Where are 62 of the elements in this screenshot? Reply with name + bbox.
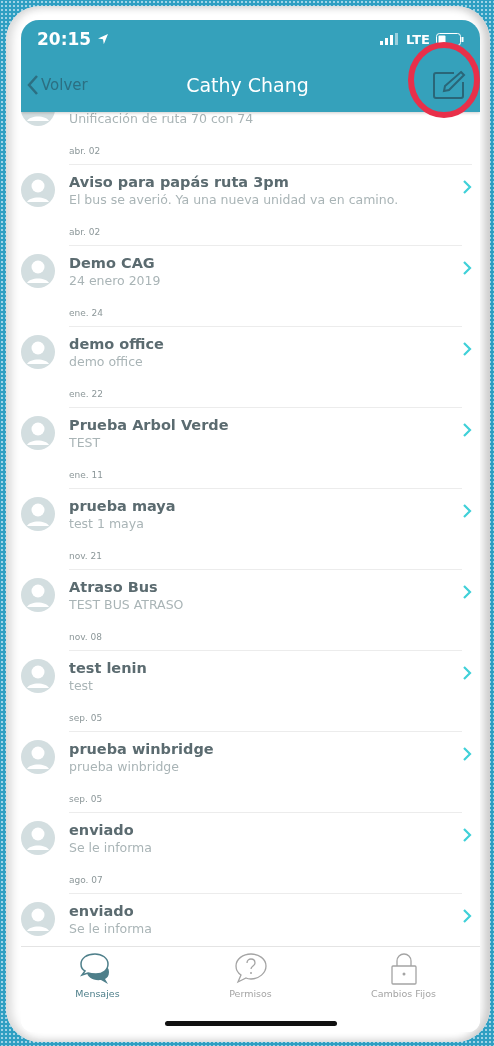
network-label: LTE	[406, 31, 430, 47]
message-title: Aviso para papás ruta 3pm	[69, 173, 290, 191]
message-title: Demo CAG	[69, 254, 156, 272]
message-preview: TEST	[69, 434, 102, 451]
chevron-icon	[462, 179, 472, 195]
chevron-icon	[462, 746, 472, 762]
message-title: Atraso Bus	[69, 578, 159, 596]
message-row[interactable]: prueba maya test 1 maya nov. 21	[69, 497, 462, 570]
message-date: ene. 22	[69, 389, 104, 399]
back-chevron-icon	[27, 74, 39, 96]
location-arrow-icon	[97, 33, 110, 45]
message-row[interactable]: Aviso para papás ruta 3pm El bus se averió. Ya una nueva unidad va en camino. abr. 02	[69, 173, 462, 246]
message-row[interactable]: enviado Se le informa ago. 07	[69, 821, 462, 894]
message-row[interactable]: Atraso Bus TEST BUS ATRASO nov. 08	[69, 578, 462, 651]
tab[interactable]: Mensajes	[42, 952, 153, 999]
message-preview: 24 enero 2019	[69, 272, 162, 289]
message-row[interactable]: Unificación de ruta 70 con 74 abr. 02	[69, 112, 472, 165]
message-date: ene. 11	[69, 470, 104, 480]
message-date: sep. 05	[69, 713, 104, 723]
message-title: prueba winbridge	[69, 740, 215, 758]
chevron-icon	[462, 422, 472, 438]
chevron-icon	[462, 260, 472, 276]
chevron-icon	[462, 827, 472, 843]
message-preview: demo office	[69, 353, 144, 370]
message-title: demo office	[69, 335, 165, 353]
chevron-icon	[462, 584, 472, 600]
message-preview: El bus se averió. Ya una nueva unidad va en camino.	[69, 191, 400, 208]
message-row[interactable]: Prueba Arbol Verde TEST ene. 11	[69, 416, 462, 489]
message-title: prueba maya	[69, 497, 177, 515]
message-preview: test 1 maya	[69, 515, 145, 532]
signal-icon	[380, 33, 401, 45]
chevron-icon	[462, 341, 472, 357]
message-date: sep. 05	[69, 794, 104, 804]
chevron-icon	[462, 908, 472, 924]
message-date: ene. 24	[69, 308, 104, 318]
battery-icon	[436, 32, 464, 46]
message-row[interactable]: test lenin test sep. 05	[69, 659, 462, 732]
status-time: 20:15	[37, 29, 92, 49]
padlock-icon	[389, 952, 418, 986]
message-title: enviado	[69, 902, 135, 920]
message-date: nov. 08	[69, 632, 103, 642]
message-date: abr. 02	[69, 227, 102, 237]
message-title: test lenin	[69, 659, 148, 677]
message-preview: Se le informa	[69, 839, 153, 856]
chevron-icon	[462, 665, 472, 681]
chevron-icon	[462, 503, 472, 519]
message-preview: test	[69, 677, 94, 694]
nav-title: Cathy Chang	[186, 74, 309, 96]
message-date: abr. 02	[69, 146, 102, 156]
message-date: ago. 07	[69, 875, 104, 885]
message-row[interactable]: prueba winbridge prueba winbridge sep. 05	[69, 740, 462, 813]
message-title: enviado	[69, 821, 135, 839]
message-preview: Unificación de ruta 70 con 74	[69, 112, 255, 127]
message-preview: TEST BUS ATRASO	[69, 596, 185, 613]
message-date: nov. 21	[69, 551, 103, 561]
message-preview: prueba winbridge	[69, 758, 180, 775]
message-row[interactable]: Demo CAG 24 enero 2019 ene. 24	[69, 254, 462, 327]
compose-button[interactable]	[430, 68, 468, 102]
question-bubble-icon	[233, 952, 268, 986]
message-preview: Se le informa	[69, 920, 153, 937]
message-row[interactable]: demo office demo office ene. 22	[69, 335, 462, 408]
message-title: Prueba Arbol Verde	[69, 416, 230, 434]
